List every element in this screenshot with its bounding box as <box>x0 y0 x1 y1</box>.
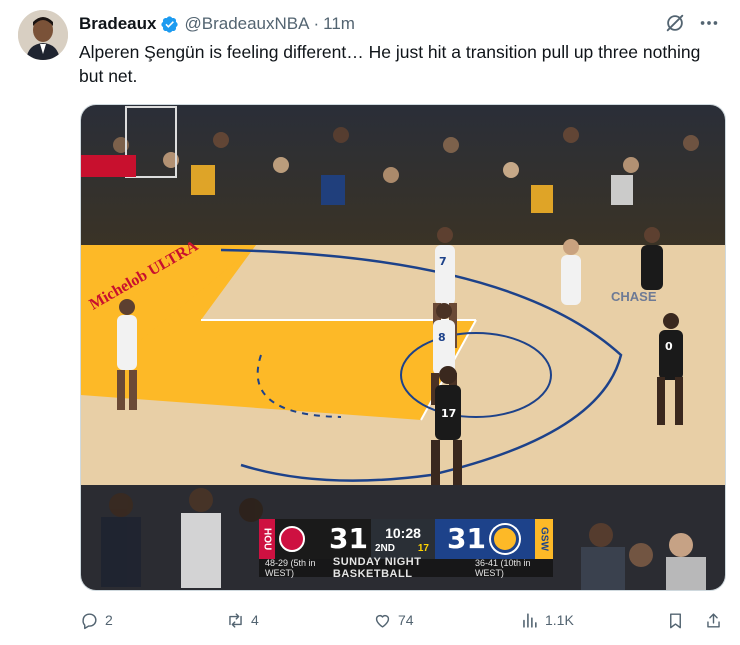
game-clock: 10:28 <box>385 525 421 541</box>
avatar-image <box>18 10 68 60</box>
analytics-bar-chart-icon <box>523 612 537 628</box>
reply-count: 2 <box>105 612 113 628</box>
away-score: 31 <box>447 522 486 555</box>
bookmark-icon <box>670 612 681 628</box>
baseline-sign-text: CHASE <box>611 289 657 304</box>
verified-badge-icon[interactable] <box>160 15 179 34</box>
separator-dot: · <box>313 14 320 33</box>
retweet-count: 4 <box>251 612 259 628</box>
avatar[interactable] <box>18 10 68 60</box>
handle[interactable]: @BradeauxNBA <box>184 14 309 34</box>
tweet-header: Bradeaux @BradeauxNBA · 11m <box>79 12 720 36</box>
bookmark-button[interactable] <box>666 611 685 630</box>
jersey-number: 7 <box>439 255 447 268</box>
home-team-abbr: HOU <box>259 519 275 559</box>
jersey-number: 0 <box>665 340 673 353</box>
retweet-icon <box>229 612 242 628</box>
rockets-logo-icon <box>279 526 305 552</box>
views-button[interactable]: 1.1K <box>520 611 574 630</box>
reply-button[interactable]: 2 <box>80 611 113 630</box>
share-icon <box>707 612 720 628</box>
away-team-panel: 31 GSW <box>435 519 553 559</box>
period: 2ND <box>375 543 396 554</box>
home-record: 48-29 (5th in WEST) <box>265 558 316 578</box>
scorebug: HOU 31 10:28 2ND 17 31 GSW 48-29 (5th in… <box>259 519 553 580</box>
away-record: 36-41 (10th in WEST) <box>474 558 531 578</box>
more-options-icon[interactable] <box>698 12 720 34</box>
timestamp[interactable]: 11m <box>323 14 355 34</box>
like-count: 74 <box>398 612 414 628</box>
retweet-button[interactable]: 4 <box>226 611 259 630</box>
home-team-panel: HOU 31 <box>259 519 371 559</box>
home-score: 31 <box>329 522 368 555</box>
away-team-abbr: GSW <box>535 519 553 559</box>
scorebug-footer: 48-29 (5th in WEST) SUNDAY NIGHT BASKETB… <box>259 556 553 580</box>
game-clock-panel: 10:28 2ND 17 <box>371 519 435 559</box>
broadcast-banner: SUNDAY NIGHT BASKETBALL <box>332 556 422 580</box>
reply-icon <box>82 612 97 629</box>
heart-icon <box>375 614 390 628</box>
like-button[interactable]: 74 <box>373 611 414 630</box>
warriors-logo-icon <box>491 525 519 553</box>
view-count: 1.1K <box>545 612 574 628</box>
tweet-actions: 2 4 74 1.1K <box>80 607 726 633</box>
grok-icon[interactable] <box>664 12 686 34</box>
header-actions <box>664 12 720 34</box>
jersey-number: 17 <box>441 407 456 420</box>
display-name[interactable]: Bradeaux <box>79 14 156 34</box>
shot-clock: 17 <box>417 543 429 554</box>
tweet-media[interactable]: CHASE Michelob ULTRA 7 8 17 0 HOU 31 10:… <box>80 104 726 591</box>
jersey-number: 8 <box>438 331 446 344</box>
tweet-text: Alperen Şengün is feeling different… He … <box>79 42 701 86</box>
share-button[interactable] <box>704 611 723 630</box>
